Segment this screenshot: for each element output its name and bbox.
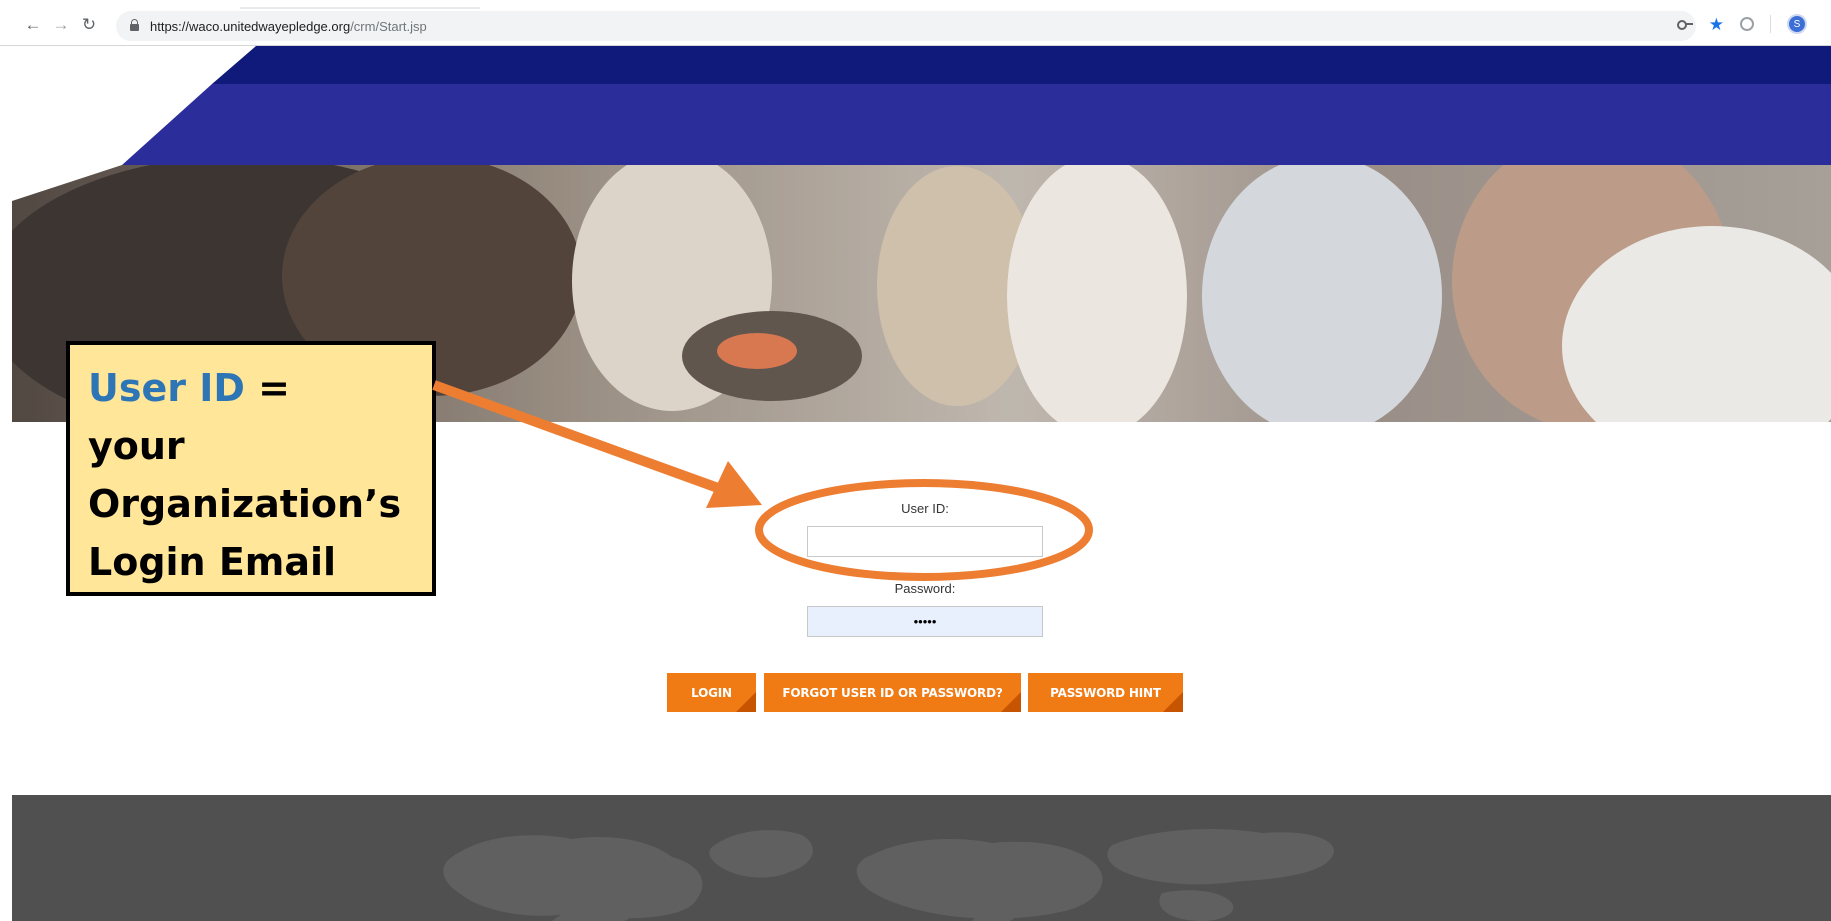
tab-strip [0, 0, 1831, 9]
url-domain: https://waco.unitedwayepledge.org [150, 19, 351, 34]
password-hint-button[interactable]: PASSWORD HINT [1028, 673, 1183, 712]
callout-equals: = [244, 366, 290, 410]
annotation-callout: User ID = your Organization’s Login Emai… [66, 341, 436, 596]
password-input[interactable]: ••••• [807, 606, 1043, 637]
bookmark-star-icon[interactable]: ★ [1709, 16, 1724, 33]
arrow-left-icon: ← [24, 15, 42, 34]
url-path: /crm/Start.jsp [350, 19, 427, 34]
password-label: Password: [894, 581, 956, 596]
callout-line-3: Organization’s [88, 482, 402, 526]
user-id-label: User ID: [901, 501, 949, 516]
screenshot-root: ← → ↻ https://waco.unitedwayepledge.org/… [0, 0, 1831, 921]
forgot-button-label: FORGOT USER ID OR PASSWORD? [782, 685, 1003, 700]
world-map-graphic [443, 829, 1334, 921]
login-button[interactable]: LOGIN [667, 673, 756, 712]
callout-line-1: User ID = [88, 359, 414, 417]
active-tab-edge [240, 7, 480, 9]
profile-avatar[interactable]: S [1787, 14, 1807, 34]
login-button-label: LOGIN [691, 685, 732, 700]
button-corner-accent [736, 692, 756, 712]
forgot-credentials-button[interactable]: FORGOT USER ID OR PASSWORD? [764, 673, 1021, 712]
address-bar[interactable]: https://waco.unitedwayepledge.org/crm/St… [116, 11, 1696, 41]
button-corner-accent [1001, 692, 1021, 712]
forward-button[interactable]: → [50, 14, 72, 36]
button-corner-accent [1163, 692, 1183, 712]
lock-icon [130, 19, 139, 31]
hint-button-label: PASSWORD HINT [1050, 685, 1161, 700]
toolbar-icons: ★ S [1676, 12, 1807, 36]
back-button[interactable]: ← [22, 14, 44, 36]
callout-line-2: your [88, 424, 185, 468]
callout-highlight: User ID [88, 366, 245, 410]
arrow-right-icon: → [52, 15, 70, 34]
extension-icon[interactable] [1740, 17, 1754, 31]
url-text: https://waco.unitedwayepledge.org/crm/St… [150, 19, 427, 34]
toolbar-divider [1770, 15, 1771, 33]
user-id-input[interactable] [807, 526, 1043, 557]
key-icon[interactable] [1676, 19, 1693, 30]
footer-band [12, 795, 1831, 921]
callout-line-4: Login Email [88, 540, 337, 584]
reload-button[interactable]: ↻ [78, 14, 100, 36]
browser-toolbar: ← → ↻ https://waco.unitedwayepledge.org/… [0, 0, 1831, 46]
reload-icon: ↻ [81, 15, 97, 34]
